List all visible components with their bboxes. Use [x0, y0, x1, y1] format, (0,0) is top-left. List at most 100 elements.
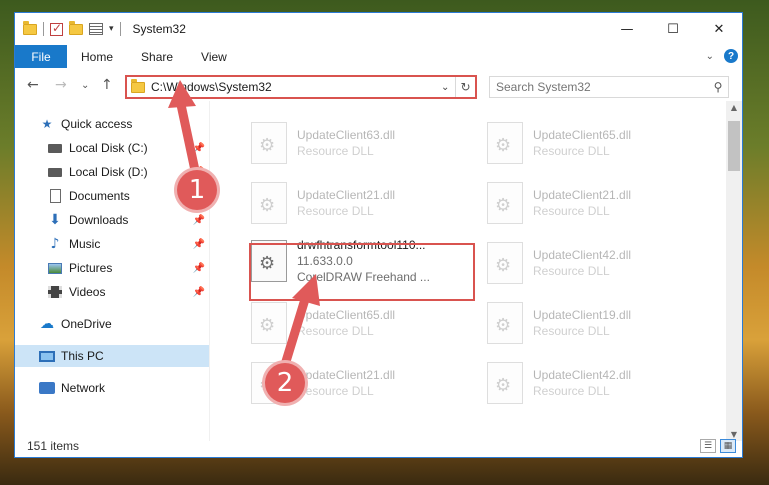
file-name: UpdateClient42.dll	[533, 368, 632, 382]
video-icon	[47, 284, 63, 300]
ribbon-right-controls: ⌄ ?	[706, 49, 738, 63]
file-tile[interactable]: UpdateClient19.dll Resource DLL	[487, 295, 707, 351]
file-description: Resource DLL	[533, 384, 610, 398]
file-description: Resource DLL	[297, 204, 374, 218]
dll-file-icon	[487, 122, 523, 164]
pin-icon[interactable]: 📌	[193, 287, 205, 298]
scrollbar-thumb[interactable]	[728, 121, 740, 171]
toolbar-divider	[43, 22, 44, 36]
ribbon-tabs: File Home Share View ⌄ ?	[15, 45, 742, 68]
dll-file-icon	[251, 182, 287, 224]
file-tile[interactable]: UpdateClient63.dll Resource DLL	[251, 115, 471, 171]
tab-share[interactable]: Share	[127, 45, 187, 68]
refresh-icon[interactable]: ↻	[455, 77, 475, 97]
sidebar-item-label: Downloads	[69, 213, 129, 227]
navigation-pane: ★ Quick access Local Disk (C:) 📌 Local D…	[15, 113, 209, 413]
properties-check-icon[interactable]	[50, 21, 63, 36]
item-count: 151 items	[27, 439, 80, 453]
star-icon: ★	[41, 117, 53, 131]
dll-file-icon	[487, 302, 523, 344]
dll-file-icon	[487, 182, 523, 224]
close-button[interactable]: ✕	[696, 13, 742, 45]
new-folder-icon[interactable]	[69, 20, 83, 35]
file-description: Resource DLL	[533, 264, 610, 278]
file-name: UpdateClient21.dll	[533, 188, 632, 202]
file-tile[interactable]: UpdateClient65.dll Resource DLL	[487, 115, 707, 171]
tiles-view-icon[interactable]: ▦	[720, 439, 736, 453]
explorer-window: ▾ System32 — ☐ ✕ File Home Share View ⌄ …	[14, 12, 743, 458]
file-name: UpdateClient21.dll	[297, 188, 396, 202]
recent-locations-dropdown-icon[interactable]: ⌄	[81, 80, 89, 91]
window-title: System32	[132, 22, 186, 36]
file-description: Resource DLL	[533, 144, 610, 158]
sidebar-item-label: Pictures	[69, 261, 113, 275]
vertical-scrollbar[interactable]: ▲ ▼	[726, 101, 742, 441]
customize-toolbar-dropdown-icon[interactable]: ▾	[109, 24, 114, 34]
sidebar-item-downloads[interactable]: ⬇ Downloads 📌	[15, 209, 209, 231]
pin-icon[interactable]: 📌	[193, 239, 205, 250]
dll-file-icon	[251, 302, 287, 344]
dll-file-icon	[251, 122, 287, 164]
status-bar: 151 items ☰ ▦	[15, 435, 742, 457]
file-tile[interactable]: UpdateClient21.dll Resource DLL	[487, 175, 707, 231]
sidebar-item-music[interactable]: ♪ Music 📌	[15, 233, 209, 255]
address-dropdown-icon[interactable]: ⌄	[441, 82, 455, 93]
sidebar-item-label: Documents	[69, 189, 130, 203]
tab-view[interactable]: View	[187, 45, 241, 68]
up-arrow-icon[interactable]: ↑	[101, 77, 113, 93]
search-input[interactable]	[490, 80, 708, 94]
file-description: Resource DLL	[533, 204, 610, 218]
sidebar-item-network[interactable]: Network	[15, 377, 209, 399]
back-arrow-icon[interactable]: ←	[27, 77, 39, 93]
file-tile[interactable]: UpdateClient42.dll Resource DLL	[487, 235, 707, 291]
toolbar-divider	[119, 22, 121, 36]
step-2-badge: 2	[265, 363, 305, 403]
tab-home[interactable]: Home	[67, 45, 127, 68]
file-tile[interactable]: UpdateClient65.dll Resource DLL	[251, 295, 471, 351]
forward-arrow-icon[interactable]: →	[55, 77, 67, 93]
sidebar-item-onedrive[interactable]: ☁ OneDrive	[15, 313, 209, 335]
details-view-icon[interactable]: ☰	[700, 439, 716, 453]
pin-icon[interactable]: 📌	[193, 143, 205, 154]
document-icon	[47, 188, 63, 204]
cloud-icon: ☁	[40, 316, 54, 332]
sidebar-item-local-disk-c[interactable]: Local Disk (C:) 📌	[15, 137, 209, 159]
sidebar-item-videos[interactable]: Videos 📌	[15, 281, 209, 303]
pin-icon[interactable]: 📌	[193, 263, 205, 274]
sidebar-item-label: Local Disk (D:)	[69, 165, 148, 179]
sidebar-item-label: Local Disk (C:)	[69, 141, 148, 155]
file-description: Resource DLL	[533, 324, 610, 338]
file-name: UpdateClient63.dll	[297, 128, 396, 142]
pane-divider[interactable]	[209, 101, 210, 441]
drive-icon	[47, 140, 63, 156]
step-1-badge: 1	[177, 170, 217, 210]
download-arrow-icon: ⬇	[49, 212, 61, 228]
address-bar[interactable]: C:\Windows\System32 ⌄ ↻	[125, 75, 477, 99]
help-icon[interactable]: ?	[724, 49, 738, 63]
file-highlight-box	[249, 243, 475, 301]
drive-icon	[47, 164, 63, 180]
minimize-button[interactable]: —	[604, 13, 650, 45]
tab-file[interactable]: File	[15, 45, 67, 68]
pin-icon[interactable]: 📌	[193, 215, 205, 226]
sidebar-item-this-pc[interactable]: This PC	[15, 345, 209, 367]
file-tile[interactable]: UpdateClient42.dll Resource DLL	[487, 355, 707, 411]
folder-icon[interactable]	[23, 20, 37, 35]
search-icon[interactable]: ⚲	[708, 80, 728, 94]
sidebar-item-pictures[interactable]: Pictures 📌	[15, 257, 209, 279]
file-tile[interactable]: UpdateClient21.dll Resource DLL	[251, 175, 471, 231]
search-box[interactable]: ⚲	[489, 76, 729, 98]
expand-ribbon-chevron-icon[interactable]: ⌄	[706, 51, 714, 62]
sidebar-item-label: OneDrive	[61, 317, 112, 331]
properties-icon[interactable]	[89, 23, 103, 35]
picture-icon	[47, 260, 63, 276]
title-bar: ▾ System32 — ☐ ✕	[15, 13, 742, 45]
sidebar-item-label: Videos	[69, 285, 106, 299]
sidebar-item-quick-access[interactable]: ★ Quick access	[15, 113, 209, 135]
view-toggle: ☰ ▦	[700, 439, 736, 453]
address-path[interactable]: C:\Windows\System32	[151, 80, 441, 94]
maximize-button[interactable]: ☐	[650, 13, 696, 45]
quick-access-toolbar: ▾ System32	[15, 13, 186, 45]
network-icon	[39, 380, 55, 396]
scroll-up-arrow-icon[interactable]: ▲	[726, 103, 742, 112]
